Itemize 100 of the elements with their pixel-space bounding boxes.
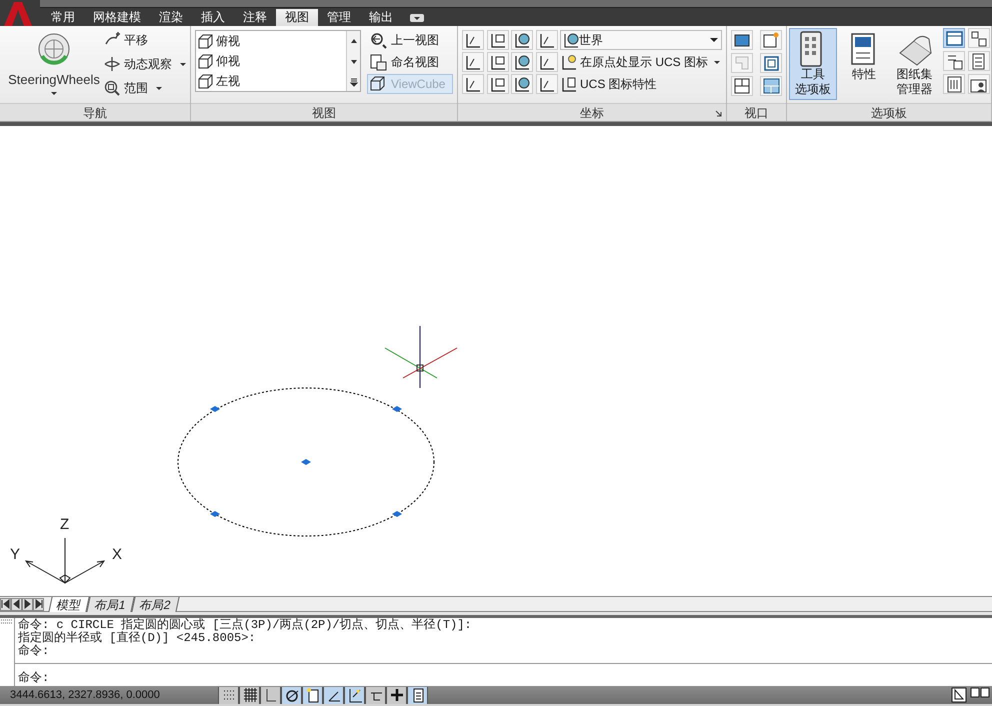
status-toggle-button[interactable] (344, 686, 365, 704)
ucs-button[interactable] (511, 74, 533, 94)
ribbon-tab[interactable]: 网格建模 (84, 9, 150, 26)
view-list-item[interactable]: 俯视 (196, 31, 346, 51)
steering-wheels-button[interactable]: SteeringWheels (4, 30, 104, 94)
command-history-line: 指定圆的半径或 [直径(D)] <245.8005>: (18, 632, 257, 645)
model-space-icon[interactable] (951, 687, 967, 703)
palette-tool-button[interactable] (968, 28, 990, 48)
ucs-button[interactable] (536, 52, 558, 72)
palette-tool-button[interactable] (943, 74, 966, 94)
ucs-button[interactable] (511, 52, 533, 72)
coordinates-readout: 3444.6613, 2327.8936, 0.0000 (9, 688, 161, 703)
ucs-button[interactable] (511, 30, 533, 50)
status-toggle-button[interactable] (407, 686, 428, 704)
ucs-axis-icon (513, 76, 531, 92)
view-list-item[interactable]: 左视 (196, 71, 346, 91)
navigation-tool-button[interactable]: 动态观察 (104, 54, 186, 74)
ribbon-tab[interactable]: 管理 (318, 9, 360, 26)
minimize-ribbon-icon[interactable] (410, 14, 424, 22)
grip-handle[interactable] (301, 459, 311, 465)
ribbon-tab[interactable]: 视图 (276, 9, 318, 26)
ucs-icon-properties-button[interactable]: UCS 图标特性 (560, 74, 722, 94)
navigation-tool-button[interactable]: 范围 (104, 78, 186, 98)
previous-tab-icon (11, 598, 22, 610)
ribbon-tab[interactable]: 常用 (42, 9, 84, 26)
orbit-icon (104, 56, 120, 72)
viewport-icon (762, 78, 780, 94)
layout-tab[interactable]: 布局2 (131, 596, 179, 612)
panel-title: 视口 (744, 104, 768, 122)
globe-icon (563, 32, 579, 48)
tab-scroll-button[interactable] (22, 598, 33, 610)
navigation-tool-button[interactable]: 平移 (104, 30, 186, 50)
ucs-button[interactable] (486, 52, 508, 72)
tab-scroll-button[interactable] (0, 598, 11, 610)
ucs-axis-icon (513, 32, 531, 48)
previous-view-icon (370, 32, 387, 48)
ribbon-tab[interactable]: 输出 (360, 9, 402, 26)
panel-title: 视图 (312, 104, 336, 122)
grip-handle[interactable] (392, 406, 402, 412)
ribbon-tab[interactable]: 插入 (192, 9, 234, 26)
command-input-field[interactable]: 命令: (15, 664, 992, 686)
status-toggle-button[interactable] (281, 686, 302, 704)
layout-tab[interactable]: 模型 (48, 596, 90, 612)
status-toggle-button[interactable] (323, 686, 344, 704)
viewport-button[interactable] (760, 30, 782, 50)
viewport-button[interactable] (731, 76, 753, 96)
viewport-icon (734, 78, 750, 94)
viewport-icon (734, 54, 750, 72)
viewport-button[interactable] (760, 76, 782, 96)
ucs-button[interactable] (462, 52, 484, 72)
palette-tool-button[interactable] (943, 28, 966, 48)
viewport-button[interactable] (731, 30, 753, 50)
lwt-icon (388, 687, 404, 703)
layout-tab[interactable]: 布局1 (86, 596, 134, 612)
palette-tool-button[interactable] (968, 74, 990, 94)
grip-handle[interactable] (210, 511, 220, 517)
viewport-icon (762, 54, 780, 72)
ucs-button[interactable] (462, 30, 484, 50)
status-toggle-button[interactable] (365, 686, 386, 704)
ucs-button[interactable] (486, 30, 508, 50)
palette-button[interactable]: 特性 (839, 28, 888, 100)
ucs-bulb-icon (560, 54, 577, 70)
ucs-button[interactable] (462, 74, 484, 94)
ucs-axis-icon (464, 76, 482, 92)
grip-handle[interactable] (210, 406, 220, 412)
view-list-item[interactable]: 仰视 (196, 51, 346, 71)
tab-scroll-button[interactable] (33, 598, 44, 610)
ribbon-tab[interactable]: 注释 (234, 9, 276, 26)
status-toggle-button[interactable] (218, 686, 239, 704)
status-toggle-button[interactable] (239, 686, 260, 704)
show-ucs-at-origin-button[interactable]: 在原点处显示 UCS 图标 (560, 52, 722, 72)
status-toggle-button[interactable] (386, 686, 407, 704)
panel-title: 坐标 (580, 104, 604, 122)
status-toggle-button[interactable] (302, 686, 323, 704)
ducs-icon (346, 687, 362, 703)
view-button[interactable]: 上一视图 (367, 30, 453, 50)
palette-tool-icon (946, 76, 963, 92)
palette-tool-icon (970, 30, 988, 46)
ucs-dropdown[interactable]: 世界 (560, 30, 722, 50)
ucs-axis-icon (488, 54, 506, 70)
viewport-button[interactable] (760, 53, 782, 73)
panel-launcher-icon[interactable] (715, 110, 722, 117)
ucs-button[interactable] (486, 74, 508, 94)
ucs-button[interactable] (536, 30, 558, 50)
status-toggle-button[interactable] (260, 686, 281, 704)
view-button[interactable]: 命名视图 (367, 52, 453, 72)
palette-tool-button[interactable] (943, 51, 966, 71)
viewport-icon (762, 32, 780, 48)
palette-button[interactable]: 工具 选项板 (788, 28, 838, 100)
palette-tool-button[interactable] (968, 51, 990, 71)
first-tab-icon (0, 598, 11, 610)
tab-scroll-button[interactable] (11, 598, 22, 610)
grip-handle[interactable] (392, 511, 402, 517)
palette-button[interactable]: 图纸集 管理器 (890, 28, 940, 100)
ucs-axis-icon (488, 76, 506, 92)
axis-label: Y (10, 545, 20, 565)
next-tab-icon (22, 598, 33, 610)
ucs-button[interactable] (536, 74, 558, 94)
palette-tool-icon (946, 52, 963, 70)
ribbon-tab[interactable]: 渲染 (150, 9, 192, 26)
